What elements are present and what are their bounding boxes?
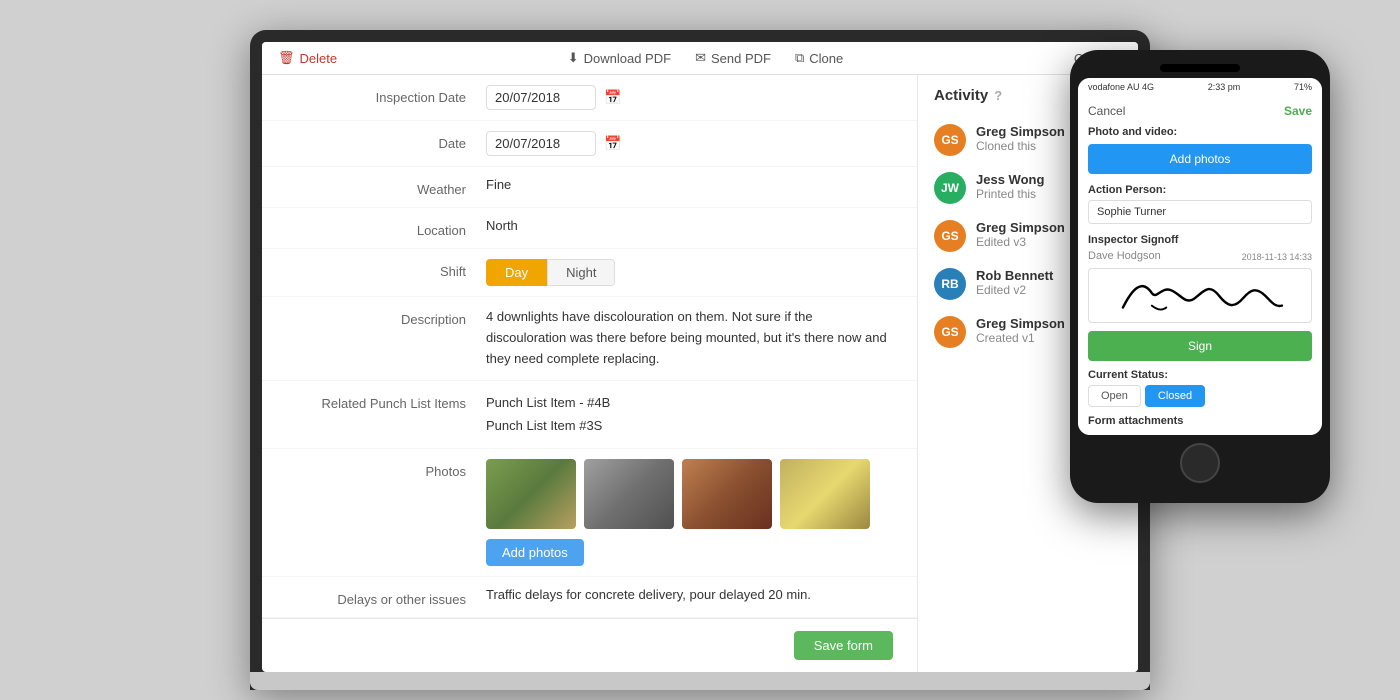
delays-label: Delays or other issues bbox=[286, 587, 486, 607]
phone-notch bbox=[1160, 64, 1240, 72]
photo-2[interactable] bbox=[584, 459, 674, 529]
toolbar-center: ⬇ Download PDF ✉ Send PDF ⧉ Clone bbox=[337, 50, 1074, 66]
inspection-date-row: Inspection Date 📅 bbox=[262, 75, 917, 121]
calendar-icon[interactable]: 📅 bbox=[604, 89, 621, 106]
phone-inspector-label: Inspector Signoff bbox=[1088, 234, 1312, 246]
inspection-date-label: Inspection Date bbox=[286, 85, 486, 105]
calendar-icon-2[interactable]: 📅 bbox=[604, 135, 621, 152]
delete-button[interactable]: 🗑 Delete bbox=[278, 50, 337, 66]
time-text: 2:33 pm bbox=[1208, 82, 1241, 92]
phone-action-person-label: Action Person: bbox=[1088, 184, 1312, 196]
photo-4[interactable] bbox=[780, 459, 870, 529]
phone-inspector-name: Dave Hodgson bbox=[1088, 250, 1161, 262]
save-form-bar: Save form bbox=[262, 618, 917, 672]
save-form-button[interactable]: Save form bbox=[794, 631, 893, 660]
phone-save-button[interactable]: Save bbox=[1284, 104, 1312, 118]
laptop-screen: 🗑 Delete ⬇ Download PDF ✉ Send PDF ⧉ Clo… bbox=[262, 42, 1138, 671]
add-photos-button[interactable]: Add photos bbox=[486, 539, 584, 566]
shift-value: Day Night bbox=[486, 259, 893, 286]
delays-value: Traffic delays for concrete delivery, po… bbox=[486, 587, 893, 602]
trash-icon: 🗑 bbox=[278, 50, 295, 66]
photos-value: Add photos bbox=[486, 459, 893, 566]
phone-status-buttons: Open Closed bbox=[1088, 385, 1312, 407]
date-value: 📅 bbox=[486, 131, 893, 156]
avatar-gs-3: GS bbox=[934, 316, 966, 348]
form-area: Inspection Date 📅 Date bbox=[262, 75, 918, 671]
shift-day-button[interactable]: Day bbox=[486, 259, 547, 286]
avatar-rb-1: RB bbox=[934, 268, 966, 300]
weather-value: Fine bbox=[486, 177, 893, 192]
photos-row: Photos Add photos bbox=[262, 449, 917, 577]
shift-label: Shift bbox=[286, 259, 486, 279]
content-area: Inspection Date 📅 Date bbox=[262, 75, 1138, 671]
phone-sig-date: 2018-11-13 14:33 bbox=[1242, 252, 1312, 262]
delays-row: Delays or other issues Traffic delays fo… bbox=[262, 577, 917, 618]
download-icon: ⬇ bbox=[568, 50, 579, 66]
date-input[interactable] bbox=[486, 131, 596, 156]
clone-button[interactable]: ⧉ Clone bbox=[795, 50, 843, 66]
date-row: Date 📅 bbox=[262, 121, 917, 167]
weather-row: Weather Fine bbox=[262, 167, 917, 208]
carrier-text: vodafone AU 4G bbox=[1088, 82, 1154, 92]
inspection-date-input[interactable] bbox=[486, 85, 596, 110]
signature-area[interactable] bbox=[1088, 268, 1312, 323]
punch-list-item-1: Punch List Item - #4B bbox=[486, 391, 893, 414]
description-value: 4 downlights have discolouration on them… bbox=[486, 307, 893, 369]
phone-form-attachments-label: Form attachments bbox=[1088, 415, 1312, 427]
inspection-date-value: 📅 bbox=[486, 85, 893, 110]
status-open-button[interactable]: Open bbox=[1088, 385, 1141, 407]
activity-help-icon[interactable]: ? bbox=[994, 88, 1002, 103]
punch-list-label: Related Punch List Items bbox=[286, 391, 486, 411]
punch-list-value: Punch List Item - #4B Punch List Item #3… bbox=[486, 391, 893, 438]
shift-row: Shift Day Night bbox=[262, 249, 917, 297]
clone-icon: ⧉ bbox=[795, 50, 804, 66]
signature-svg bbox=[1089, 269, 1311, 322]
phone-statusbar: vodafone AU 4G 2:33 pm 71% bbox=[1078, 78, 1322, 96]
location-label: Location bbox=[286, 218, 486, 238]
photos-grid bbox=[486, 459, 893, 529]
location-value: North bbox=[486, 218, 893, 233]
phone-cancel-button[interactable]: Cancel bbox=[1088, 104, 1125, 118]
location-row: Location North bbox=[262, 208, 917, 249]
photos-label: Photos bbox=[286, 459, 486, 479]
description-label: Description bbox=[286, 307, 486, 327]
phone-add-photos-button[interactable]: Add photos bbox=[1088, 144, 1312, 174]
phone-sign-button[interactable]: Sign bbox=[1088, 331, 1312, 361]
phone-content: Cancel Save Photo and video: Add photos … bbox=[1078, 96, 1322, 435]
download-pdf-button[interactable]: ⬇ Download PDF bbox=[568, 50, 671, 66]
avatar-gs-2: GS bbox=[934, 220, 966, 252]
send-pdf-button[interactable]: ✉ Send PDF bbox=[695, 50, 771, 66]
delete-label: Delete bbox=[300, 51, 338, 66]
shift-night-button[interactable]: Night bbox=[547, 259, 615, 286]
date-label: Date bbox=[286, 131, 486, 151]
weather-label: Weather bbox=[286, 177, 486, 197]
photo-3[interactable] bbox=[682, 459, 772, 529]
phone-screen: vodafone AU 4G 2:33 pm 71% Cancel Save P… bbox=[1078, 78, 1322, 435]
description-row: Description 4 downlights have discoloura… bbox=[262, 297, 917, 380]
laptop-shell: 🗑 Delete ⬇ Download PDF ✉ Send PDF ⧉ Clo… bbox=[250, 30, 1150, 689]
punch-list-row: Related Punch List Items Punch List Item… bbox=[262, 381, 917, 449]
punch-list-item-2: Punch List Item #3S bbox=[486, 414, 893, 437]
phone-photo-label: Photo and video: bbox=[1088, 126, 1312, 138]
battery-text: 71% bbox=[1294, 82, 1312, 92]
phone-overlay: vodafone AU 4G 2:33 pm 71% Cancel Save P… bbox=[1070, 50, 1330, 503]
toolbar: 🗑 Delete ⬇ Download PDF ✉ Send PDF ⧉ Clo… bbox=[262, 42, 1138, 75]
laptop-base bbox=[250, 672, 1150, 690]
avatar-jw-1: JW bbox=[934, 172, 966, 204]
send-icon: ✉ bbox=[695, 50, 706, 66]
phone-home-button[interactable] bbox=[1180, 443, 1220, 483]
status-closed-button[interactable]: Closed bbox=[1145, 385, 1205, 407]
phone-status-label: Current Status: bbox=[1088, 369, 1312, 381]
avatar-gs-1: GS bbox=[934, 124, 966, 156]
phone-header: Cancel Save bbox=[1088, 104, 1312, 118]
phone-action-person-input[interactable] bbox=[1088, 200, 1312, 224]
photo-1[interactable] bbox=[486, 459, 576, 529]
